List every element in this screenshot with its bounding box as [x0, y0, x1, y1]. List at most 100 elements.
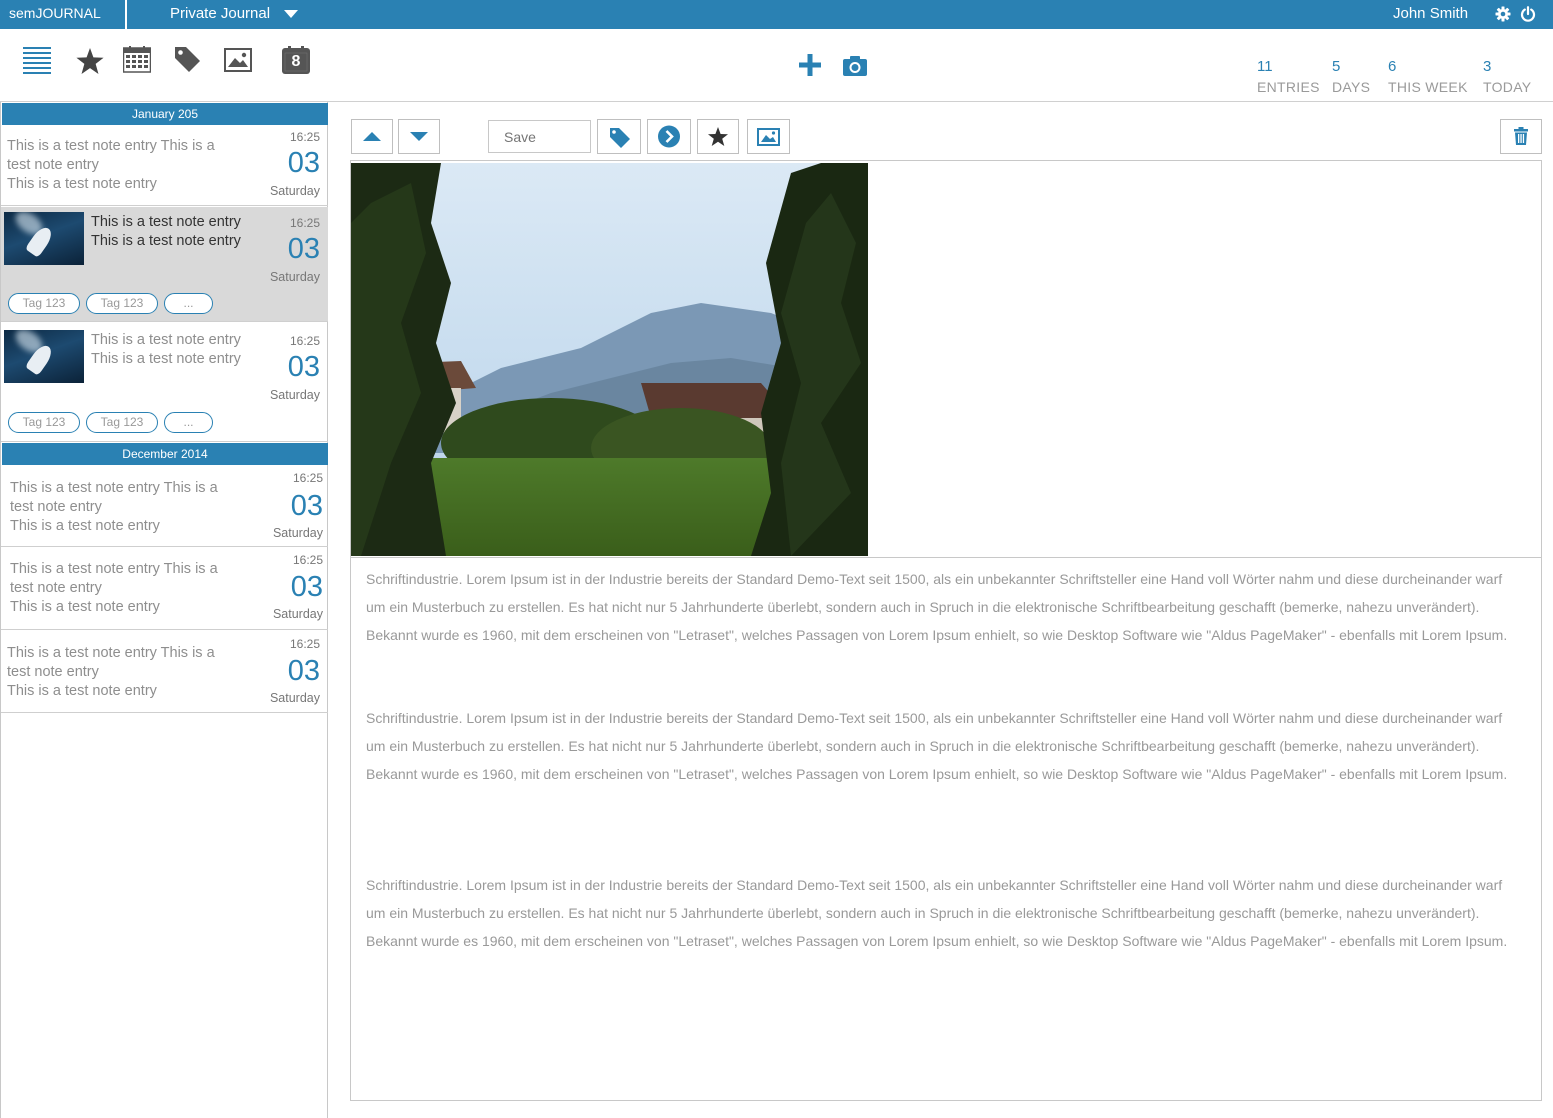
entry-text-line: This is a test note entry: [10, 599, 160, 615]
previous-entry-button[interactable]: [351, 119, 393, 154]
entry-photo: [351, 163, 868, 556]
month-header: December 2014: [2, 443, 328, 465]
entry-text-line: This is a test note entry: [91, 214, 241, 230]
stat-entries-value: 11: [1257, 58, 1273, 75]
entry-weekday: Saturday: [269, 691, 320, 705]
tag-chip[interactable]: Tag 123: [86, 293, 158, 314]
stat-days-label: DAYS: [1332, 79, 1371, 95]
entry-time: 16:25: [289, 637, 320, 651]
favorite-button[interactable]: [697, 119, 739, 154]
entry-text-line: This is a test note entry: [7, 176, 157, 192]
entry-text-line: This is a test note entry: [91, 351, 241, 367]
stat-entries-label: ENTRIES: [1257, 79, 1320, 95]
entry-editor[interactable]: Schriftindustrie. Lorem Ipsum ist in der…: [350, 160, 1542, 1101]
save-field[interactable]: [488, 120, 591, 153]
entry-day: 03: [287, 655, 320, 687]
entry-weekday: Saturday: [272, 607, 323, 621]
list-item[interactable]: This is a test note entry This is a test…: [1, 548, 328, 630]
add-entry-icon[interactable]: [799, 54, 821, 76]
entry-time: 16:25: [289, 130, 320, 144]
entry-day: 03: [287, 233, 320, 265]
entry-weekday: Saturday: [269, 184, 320, 198]
chevron-right-circle-icon: [658, 125, 680, 148]
image-icon[interactable]: [224, 48, 252, 72]
tag-chip[interactable]: Tag 123: [86, 412, 158, 433]
entry-list-sidebar: January 205 This is a test note entry Th…: [0, 102, 328, 1118]
brand-divider: [125, 0, 127, 29]
month-header: January 205: [2, 103, 328, 125]
entry-text-line: This is a test note entry: [91, 233, 241, 249]
entry-text-line: This is a test note entry This is a: [7, 138, 215, 154]
trash-icon: [1514, 127, 1528, 145]
main-toolbar: 8 11 ENTRIES 5 DAYS 6 THIS WEEK 3 TODAY: [0, 29, 1553, 102]
tag-chip[interactable]: Tag 123: [8, 412, 80, 433]
list-item[interactable]: This is a test note entry This is a test…: [1, 125, 328, 206]
entry-day: 03: [290, 571, 323, 603]
entry-paragraph: Schriftindustrie. Lorem Ipsum ist in der…: [366, 877, 1508, 949]
list-item[interactable]: This is a test note entry This is a test…: [1, 465, 328, 547]
gear-icon[interactable]: [1495, 6, 1511, 22]
stat-entries: 11 ENTRIES: [1257, 58, 1320, 95]
entry-day: 03: [287, 351, 320, 383]
entry-text-line: test note entry: [10, 499, 102, 515]
journal-name: Private Journal: [170, 5, 271, 22]
list-item[interactable]: This is a test note entry This is a test…: [1, 631, 328, 713]
delete-button[interactable]: [1500, 119, 1542, 154]
forward-button[interactable]: [647, 119, 691, 154]
stat-this-week: 6 THIS WEEK: [1388, 58, 1468, 95]
list-icon[interactable]: [23, 46, 52, 76]
entry-text-line: This is a test note entry This is a: [10, 480, 218, 496]
tag-chip[interactable]: Tag 123: [8, 293, 80, 314]
stat-days: 5 DAYS: [1332, 58, 1370, 95]
stat-today-value: 3: [1483, 58, 1492, 75]
entry-time: 16:25: [289, 334, 320, 348]
day-calendar-number: 8: [291, 53, 301, 70]
entry-text-line: This is a test note entry: [7, 683, 157, 699]
list-item-selected[interactable]: This is a test note entry This is a test…: [1, 207, 328, 322]
entry-text-line: This is a test note entry: [10, 518, 160, 534]
power-icon[interactable]: [1520, 6, 1536, 22]
more-tags-chip[interactable]: ...: [164, 412, 213, 433]
next-entry-button[interactable]: [398, 119, 440, 154]
stat-days-value: 5: [1332, 58, 1341, 75]
star-icon: [708, 127, 728, 146]
top-bar: semJOURNAL Private Journal John Smith: [0, 0, 1553, 29]
arrow-up-icon: [363, 132, 381, 141]
entry-weekday: Saturday: [272, 526, 323, 540]
entry-day: 03: [287, 147, 320, 179]
entry-text-line: test note entry: [7, 664, 99, 680]
insert-image-button[interactable]: [747, 119, 790, 154]
entry-day: 03: [290, 490, 323, 522]
user-name[interactable]: John Smith: [1393, 5, 1468, 22]
entry-weekday: Saturday: [269, 270, 320, 284]
day-calendar-icon[interactable]: 8: [282, 46, 310, 74]
more-tags-chip[interactable]: ...: [164, 293, 213, 314]
entry-paragraph: Schriftindustrie. Lorem Ipsum ist in der…: [366, 571, 1508, 643]
stat-this-week-label: THIS WEEK: [1388, 79, 1468, 95]
entry-text-line: test note entry: [10, 580, 102, 596]
entry-text-line: This is a test note entry This is a: [10, 561, 218, 577]
entry-text-line: test note entry: [7, 157, 99, 173]
photo-divider: [351, 557, 1541, 558]
camera-icon[interactable]: [843, 55, 867, 76]
tag-icon: [610, 128, 630, 148]
arrow-down-icon: [410, 132, 428, 141]
list-item[interactable]: This is a test note entry This is a test…: [1, 323, 328, 442]
journal-selector[interactable]: Private Journal: [170, 5, 299, 22]
stat-today-label: TODAY: [1483, 79, 1532, 95]
star-icon[interactable]: [76, 48, 104, 74]
entry-thumbnail: [4, 212, 84, 265]
tag-icon[interactable]: [173, 45, 201, 74]
app-brand: semJOURNAL: [9, 5, 101, 21]
tag-button[interactable]: [597, 119, 641, 154]
stat-today: 3 TODAY: [1483, 58, 1531, 95]
entry-weekday: Saturday: [269, 388, 320, 402]
calendar-grid-icon[interactable]: [123, 46, 151, 73]
chevron-down-icon: [284, 9, 299, 18]
entry-time: 16:25: [292, 553, 323, 567]
entry-time: 16:25: [292, 471, 323, 485]
entry-text-line: This is a test note entry: [91, 332, 241, 348]
image-icon: [757, 128, 780, 146]
entry-text-line: This is a test note entry This is a: [7, 645, 215, 661]
entry-time: 16:25: [289, 216, 320, 230]
